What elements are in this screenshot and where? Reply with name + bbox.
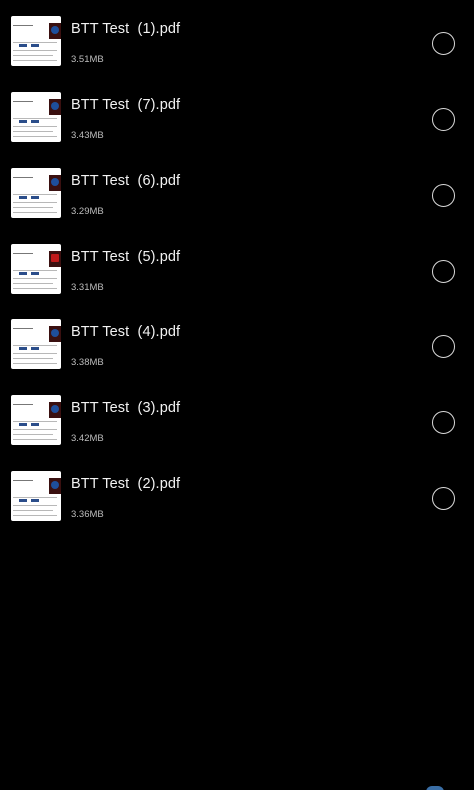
file-name: BTT Test (6).pdf <box>71 173 181 189</box>
file-size: 3.31MB <box>71 282 104 293</box>
file-size: 3.42MB <box>71 433 104 444</box>
radio-unchecked-icon[interactable] <box>432 487 455 510</box>
file-name: BTT Test (1).pdf <box>71 21 181 37</box>
pdf-thumbnail-icon <box>11 395 61 445</box>
file-row[interactable]: BTT Test (5).pdf 3.31MB <box>0 230 474 306</box>
file-row[interactable]: BTT Test (3).pdf 3.42MB <box>0 381 474 457</box>
pdf-thumbnail-icon <box>11 92 61 142</box>
radio-unchecked-icon[interactable] <box>432 411 455 434</box>
pdf-thumbnail-icon <box>11 471 61 521</box>
file-list: BTT Test (1).pdf 3.51MB BTT Test (7).pdf… <box>0 0 474 790</box>
file-size: 3.29MB <box>71 206 104 217</box>
pdf-thumbnail-icon <box>11 319 61 369</box>
file-name: BTT Test (7).pdf <box>71 97 181 113</box>
radio-unchecked-icon[interactable] <box>432 32 455 55</box>
file-name: BTT Test (2).pdf <box>71 476 181 492</box>
file-row[interactable]: BTT Test (7).pdf 3.43MB <box>0 78 474 154</box>
radio-unchecked-icon[interactable] <box>432 260 455 283</box>
file-size: 3.36MB <box>71 509 104 520</box>
file-row[interactable]: BTT Test (1).pdf 3.51MB <box>0 2 474 78</box>
file-size: 3.43MB <box>71 130 104 141</box>
radio-unchecked-icon[interactable] <box>432 335 455 358</box>
pdf-thumbnail-icon <box>11 16 61 66</box>
file-row[interactable]: BTT Test (4).pdf 3.38MB <box>0 305 474 381</box>
file-row[interactable]: BTT Test (2).pdf 3.36MB <box>0 457 474 533</box>
radio-unchecked-icon[interactable] <box>432 184 455 207</box>
file-name: BTT Test (5).pdf <box>71 249 181 265</box>
file-name: BTT Test (3).pdf <box>71 400 181 416</box>
file-size: 3.38MB <box>71 357 104 368</box>
file-size: 3.51MB <box>71 54 104 65</box>
file-name: BTT Test (4).pdf <box>71 324 181 340</box>
radio-unchecked-icon[interactable] <box>432 108 455 131</box>
pdf-thumbnail-icon <box>11 244 61 294</box>
file-row[interactable]: BTT Test (6).pdf 3.29MB <box>0 154 474 230</box>
pdf-thumbnail-icon <box>11 168 61 218</box>
floating-action-button[interactable] <box>426 786 444 790</box>
